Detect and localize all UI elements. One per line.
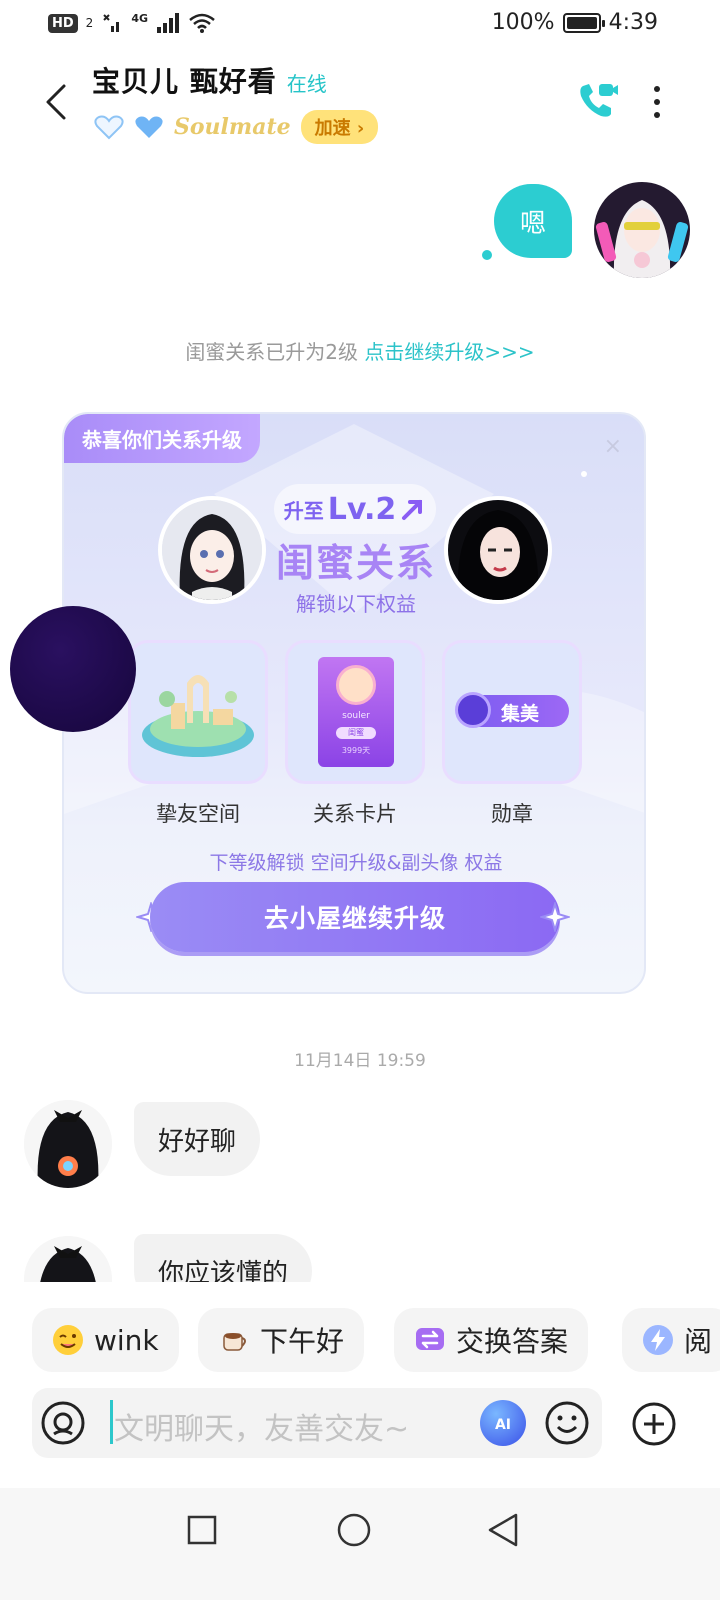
perk-label-badge: 勋章 — [491, 802, 533, 826]
ai-assistant-icon[interactable]: AI — [480, 1400, 526, 1446]
upgrade-card: 恭喜你们关系升级 × 升至 Lv.2 闺蜜关系 解锁以下权益 souler 闺蜜… — [62, 412, 646, 994]
ai-glyph: AI — [495, 1417, 511, 1433]
wink-emoji-icon — [53, 1325, 83, 1355]
continue-upgrade-link[interactable]: 点击继续升级>>> — [364, 340, 534, 364]
next-level-hint: 下等级解锁 空间升级&副头像 权益 — [209, 852, 503, 874]
relation-title: 闺蜜关系 — [275, 541, 436, 585]
perk-tile-badge[interactable]: 集美 — [442, 640, 582, 784]
clock: 4:39 — [608, 10, 658, 35]
blue-heart-icon — [135, 116, 163, 138]
level-pill: 升至 Lv.2 — [274, 484, 436, 534]
outline-heart-icon — [94, 115, 124, 140]
card-days: 3999天 — [341, 746, 371, 755]
video-call-icon[interactable] — [575, 80, 619, 124]
speed-up-button[interactable]: 加速 › — [300, 110, 379, 144]
go-upgrade-button[interactable]: 去小屋继续升级 — [150, 882, 560, 952]
perk-label-card: 关系卡片 — [313, 802, 397, 826]
card-ribbon: 恭喜你们关系升级 — [64, 414, 260, 463]
home-icon[interactable] — [336, 1512, 372, 1548]
unlock-subtitle: 解锁以下权益 — [296, 592, 416, 616]
sim-2-indicator: 2 — [85, 16, 94, 30]
card-close-icon[interactable]: × — [604, 434, 622, 459]
battery-icon — [562, 12, 605, 33]
status-right: 100% 4:39 — [492, 10, 658, 35]
jimei-medal: 集美 — [455, 692, 569, 728]
text-cursor — [110, 1400, 113, 1444]
soulmate-badge: Soulmate — [174, 114, 291, 140]
message-input-bar: 文明聊天，友善交友~ AI — [32, 1388, 602, 1458]
battery-level — [566, 16, 597, 29]
status-left: HD 2 4G — [48, 12, 216, 34]
my-avatar[interactable] — [594, 182, 690, 278]
plus-icon[interactable] — [632, 1402, 676, 1446]
battery-percent: 100% — [491, 10, 555, 35]
perk-tile-space[interactable] — [128, 640, 268, 784]
lightning-icon — [643, 1325, 673, 1355]
card-tag: 闺蜜 — [336, 727, 376, 739]
emoji-picker-icon[interactable] — [544, 1400, 590, 1446]
back-nav-icon[interactable] — [486, 1512, 520, 1548]
floating-circle-widget[interactable] — [10, 606, 136, 732]
message-timestamp: 11月14日 19:59 — [294, 1051, 426, 1071]
read-dot — [482, 250, 492, 260]
sparkle-right-icon — [540, 902, 570, 932]
contact-avatar[interactable] — [24, 1100, 112, 1188]
speed-up-label: 加速 — [314, 118, 351, 139]
chip-label: 阅 — [684, 1325, 713, 1358]
quick-reply-chip[interactable]: 阅 — [622, 1308, 720, 1372]
level-prefix: 升至 — [283, 498, 324, 523]
incoming-message-bubble[interactable]: 好好聊 — [134, 1102, 261, 1176]
card-name: souler — [342, 711, 370, 721]
friend-space-illustration — [142, 675, 254, 757]
quick-reply-chip[interactable]: 下午好 — [198, 1308, 365, 1372]
status-bar: HD 2 4G 100% 4:39 — [0, 0, 720, 48]
level-number: Lv.2 — [327, 491, 397, 527]
chip-label: wink — [94, 1323, 159, 1357]
chip-label: 交换答案 — [456, 1325, 569, 1358]
more-options-icon[interactable] — [648, 84, 666, 120]
quick-reply-chip[interactable]: wink — [32, 1308, 179, 1372]
quick-reply-bar: wink 下午好 交换答案 阅 — [0, 1282, 720, 1386]
my-avatar-image — [594, 182, 690, 278]
back-arrow-icon[interactable] — [38, 82, 78, 122]
medal-text: 集美 — [501, 703, 540, 725]
signal-x-icon — [103, 14, 120, 32]
perk-tile-card[interactable]: souler 闺蜜 3999天 — [285, 640, 425, 784]
svg-text:AI: AI — [495, 1417, 511, 1433]
relation-card-preview: souler 闺蜜 3999天 — [318, 657, 394, 767]
signal-icon — [157, 13, 179, 33]
online-status: 在线 — [286, 72, 327, 96]
system-nav-bar — [0, 1488, 720, 1600]
relationship-row: Soulmate 加速 › — [94, 110, 379, 144]
card-avatar — [336, 665, 376, 705]
quick-reply-chip[interactable]: 交换答案 — [394, 1308, 589, 1372]
medal-icon — [455, 692, 491, 728]
recent-apps-icon[interactable] — [186, 1514, 218, 1546]
chip-label: 下午好 — [260, 1325, 345, 1358]
relationship-upgrade-notice: 闺蜜关系已升为2级 点击继续升级>>> — [0, 336, 720, 365]
notice-text: 闺蜜关系已升为2级 — [185, 340, 365, 364]
message-input[interactable]: 文明聊天，友善交友~ — [114, 1404, 409, 1448]
arrow-up-right-icon — [402, 500, 423, 520]
contact-name[interactable]: 宝贝儿 甄好看 — [92, 60, 277, 100]
wifi-icon — [189, 13, 215, 33]
exchange-icon — [416, 1328, 444, 1350]
contact-avatar-image — [24, 1100, 112, 1188]
mention-icon[interactable] — [40, 1400, 86, 1446]
outgoing-message-bubble[interactable]: 嗯 — [494, 184, 572, 258]
coffee-icon — [223, 1333, 246, 1351]
hd-indicator: HD — [48, 13, 78, 33]
chat-screen: { "status_bar": { "hd": "HD", "hd_sub": … — [0, 0, 720, 1600]
network-type: 4G — [131, 11, 148, 25]
perk-label-space: 挚友空间 — [156, 802, 240, 826]
chat-header-title: 宝贝儿 甄好看 在线 — [92, 60, 327, 100]
